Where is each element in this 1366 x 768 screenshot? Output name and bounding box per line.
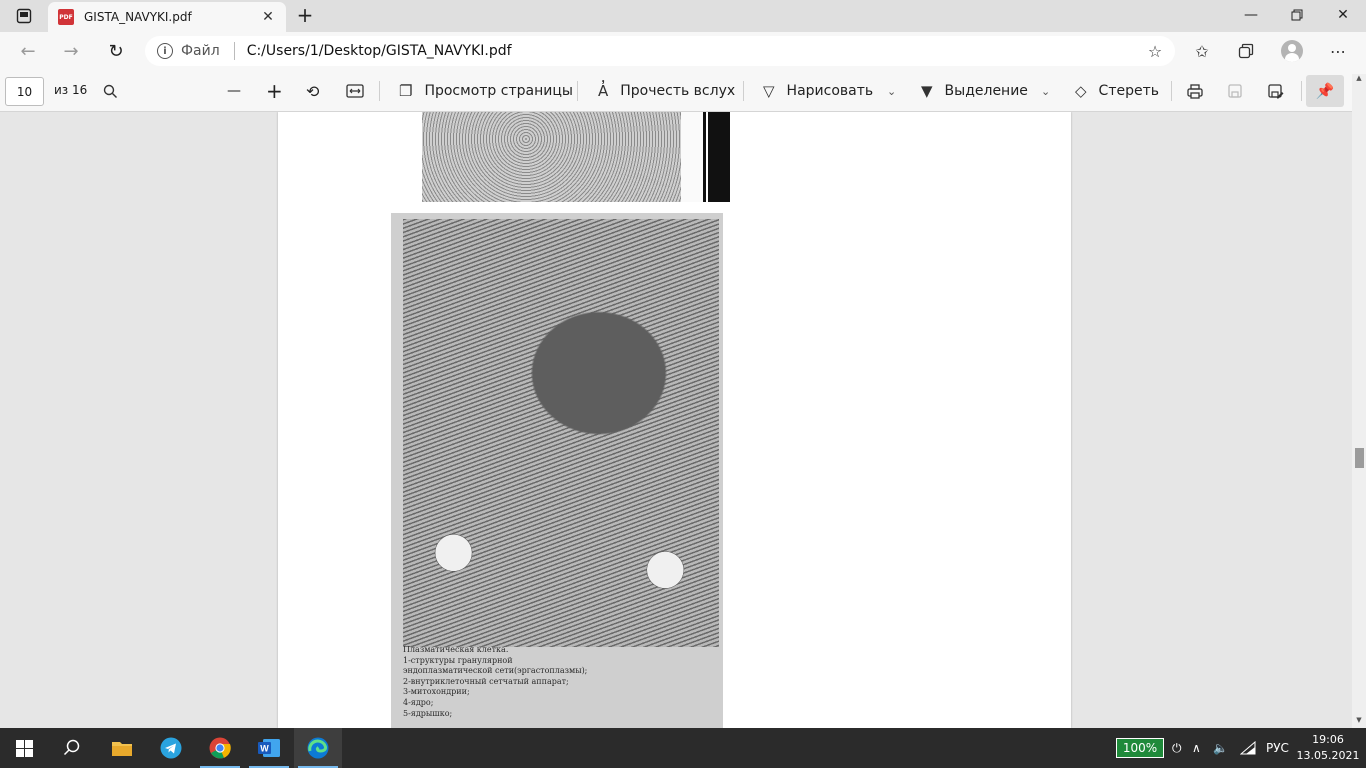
highlight-options-chevron-down-icon[interactable]: ⌄ bbox=[1041, 80, 1050, 102]
svg-text:W: W bbox=[260, 744, 269, 754]
scan-margin bbox=[681, 112, 703, 202]
highlight-label: Выделение bbox=[944, 83, 1028, 99]
zoom-in-icon[interactable]: + bbox=[266, 79, 283, 103]
scroll-thumb[interactable] bbox=[1355, 448, 1364, 468]
read-aloud-icon: A̓ bbox=[598, 82, 609, 100]
clock-date: 13.05.2021 bbox=[1296, 749, 1360, 762]
url-scheme: Файл bbox=[181, 43, 220, 59]
toolbar-separator bbox=[379, 81, 380, 101]
back-arrow-icon[interactable]: ← bbox=[15, 39, 41, 63]
caption-line: 4-ядро; bbox=[403, 697, 434, 707]
pdf-viewer[interactable]: Плазматическая клетка. 1-структуры грану… bbox=[0, 112, 1366, 728]
pdf-toolbar: 10 из 16 — + ⟲ ❐ Просмотр страницы A̓ Пр… bbox=[0, 70, 1366, 112]
tab-title: GISTA_NAVYKI.pdf bbox=[84, 10, 192, 24]
plasma-cell-micrograph-image bbox=[403, 219, 719, 647]
caption-line: 2-внутриклеточный сетчатый аппарат; bbox=[403, 676, 569, 686]
vertical-scrollbar[interactable]: ▲ ▼ bbox=[1352, 74, 1366, 728]
scan-border bbox=[703, 112, 730, 202]
toolbar-separator bbox=[743, 81, 744, 101]
start-button[interactable] bbox=[0, 728, 48, 768]
volume-icon[interactable]: 🔈 bbox=[1213, 728, 1228, 768]
battery-status[interactable]: 100% bbox=[1116, 738, 1164, 758]
pdf-file-icon: PDF bbox=[58, 9, 74, 25]
draw-label: Нарисовать bbox=[786, 83, 874, 99]
caption-line: 5-ядрышко; bbox=[403, 708, 453, 718]
draw-options-chevron-down-icon[interactable]: ⌄ bbox=[887, 80, 896, 102]
collections-icon[interactable] bbox=[1233, 39, 1259, 63]
edge-icon[interactable] bbox=[294, 728, 342, 768]
draw-button[interactable]: ▽ Нарисовать bbox=[763, 80, 873, 102]
avatar-icon bbox=[1281, 40, 1303, 62]
info-icon[interactable]: i bbox=[157, 43, 173, 59]
fit-width-icon[interactable] bbox=[346, 80, 364, 102]
url-separator bbox=[233, 42, 235, 60]
windows-taskbar: W 100% ⏻ ∧ 🔈 РУС 19:06 13.05.2021 bbox=[0, 728, 1366, 768]
caption-line: эндоплазматической сети(эргастоплазмы); bbox=[403, 666, 588, 676]
word-icon[interactable]: W bbox=[245, 728, 293, 768]
address-bar[interactable]: i Файл C:/Users/1/Desktop/GISTA_NAVYKI.p… bbox=[145, 36, 1175, 66]
tab-actions-icon[interactable] bbox=[12, 6, 36, 26]
favorites-icon[interactable]: ✩ bbox=[1189, 39, 1215, 63]
forward-arrow-icon[interactable]: → bbox=[58, 39, 84, 63]
system-clock[interactable]: 19:06 13.05.2021 bbox=[1296, 732, 1360, 764]
print-icon[interactable] bbox=[1187, 80, 1203, 102]
new-tab-icon[interactable]: + bbox=[294, 5, 316, 27]
tab-close-icon[interactable]: ✕ bbox=[260, 9, 276, 25]
file-explorer-icon[interactable] bbox=[98, 728, 146, 768]
toolbar-separator bbox=[1171, 81, 1172, 101]
erase-label: Стереть bbox=[1098, 83, 1159, 99]
toolbar-separator bbox=[577, 81, 578, 101]
navigation-bar: ← → ↻ i Файл C:/Users/1/Desktop/GISTA_NA… bbox=[0, 32, 1366, 70]
more-menu-icon[interactable]: ⋯ bbox=[1325, 39, 1351, 63]
show-hidden-icons-icon[interactable]: ∧ bbox=[1192, 728, 1201, 768]
taskbar-search-icon[interactable] bbox=[48, 728, 96, 768]
page-number-input[interactable]: 10 bbox=[5, 77, 44, 106]
highlighter-icon: ▼ bbox=[921, 82, 933, 100]
erase-button[interactable]: ◇ Стереть bbox=[1075, 80, 1159, 102]
micrograph-image-top bbox=[422, 112, 682, 202]
highlight-button[interactable]: ▼ Выделение bbox=[921, 80, 1028, 102]
add-favorite-icon[interactable]: ☆ bbox=[1145, 42, 1165, 61]
caption-line: Плазматическая клетка. bbox=[403, 645, 509, 654]
input-language-indicator[interactable]: РУС bbox=[1266, 728, 1289, 768]
caption-line: 1-структуры гранулярной bbox=[403, 655, 513, 665]
save-as-icon[interactable] bbox=[1268, 80, 1284, 102]
eraser-icon: ◇ bbox=[1075, 82, 1087, 100]
profile-avatar[interactable] bbox=[1279, 39, 1305, 63]
chrome-icon[interactable] bbox=[196, 728, 244, 768]
windows-logo-icon bbox=[15, 739, 33, 757]
read-aloud-button[interactable]: A̓ Прочесть вслух bbox=[598, 80, 735, 102]
tab-strip: PDF GISTA_NAVYKI.pdf ✕ + — ✕ bbox=[0, 0, 1366, 32]
pdf-page: Плазматическая клетка. 1-структуры грану… bbox=[278, 112, 1071, 728]
draw-pen-icon: ▽ bbox=[763, 82, 775, 100]
tab-gista-navyki[interactable]: PDF GISTA_NAVYKI.pdf ✕ bbox=[48, 2, 286, 32]
save-icon[interactable] bbox=[1228, 80, 1242, 102]
window-close-icon[interactable]: ✕ bbox=[1320, 0, 1366, 30]
zoom-out-icon[interactable]: — bbox=[227, 80, 241, 102]
page-view-icon: ❐ bbox=[399, 82, 413, 100]
scroll-up-icon[interactable]: ▲ bbox=[1352, 74, 1366, 86]
power-plug-icon[interactable]: ⏻ bbox=[1172, 728, 1182, 768]
clock-time: 19:06 bbox=[1312, 733, 1344, 746]
page-view-button[interactable]: ❐ Просмотр страницы bbox=[399, 80, 573, 102]
pin-toolbar-icon[interactable]: 📌 bbox=[1306, 75, 1344, 107]
toolbar-separator bbox=[1301, 81, 1302, 101]
plasma-cell-figure: Плазматическая клетка. 1-структуры грану… bbox=[391, 213, 723, 728]
page-total-label: из 16 bbox=[54, 83, 88, 97]
caption-line: 3-митохондрии; bbox=[403, 687, 470, 697]
search-icon[interactable] bbox=[103, 80, 118, 102]
telegram-icon[interactable] bbox=[147, 728, 195, 768]
refresh-icon[interactable]: ↻ bbox=[103, 39, 129, 63]
read-aloud-label: Прочесть вслух bbox=[620, 83, 736, 99]
minimize-icon[interactable]: — bbox=[1228, 0, 1274, 30]
restore-icon[interactable] bbox=[1274, 0, 1320, 30]
rotate-icon[interactable]: ⟲ bbox=[306, 80, 319, 102]
url-text[interactable]: C:/Users/1/Desktop/GISTA_NAVYKI.pdf bbox=[247, 43, 512, 59]
scroll-down-icon[interactable]: ▼ bbox=[1352, 716, 1366, 728]
wifi-icon[interactable] bbox=[1240, 728, 1256, 768]
page-view-label: Просмотр страницы bbox=[424, 83, 573, 99]
figure-caption: Плазматическая клетка. 1-структуры грану… bbox=[403, 645, 703, 719]
